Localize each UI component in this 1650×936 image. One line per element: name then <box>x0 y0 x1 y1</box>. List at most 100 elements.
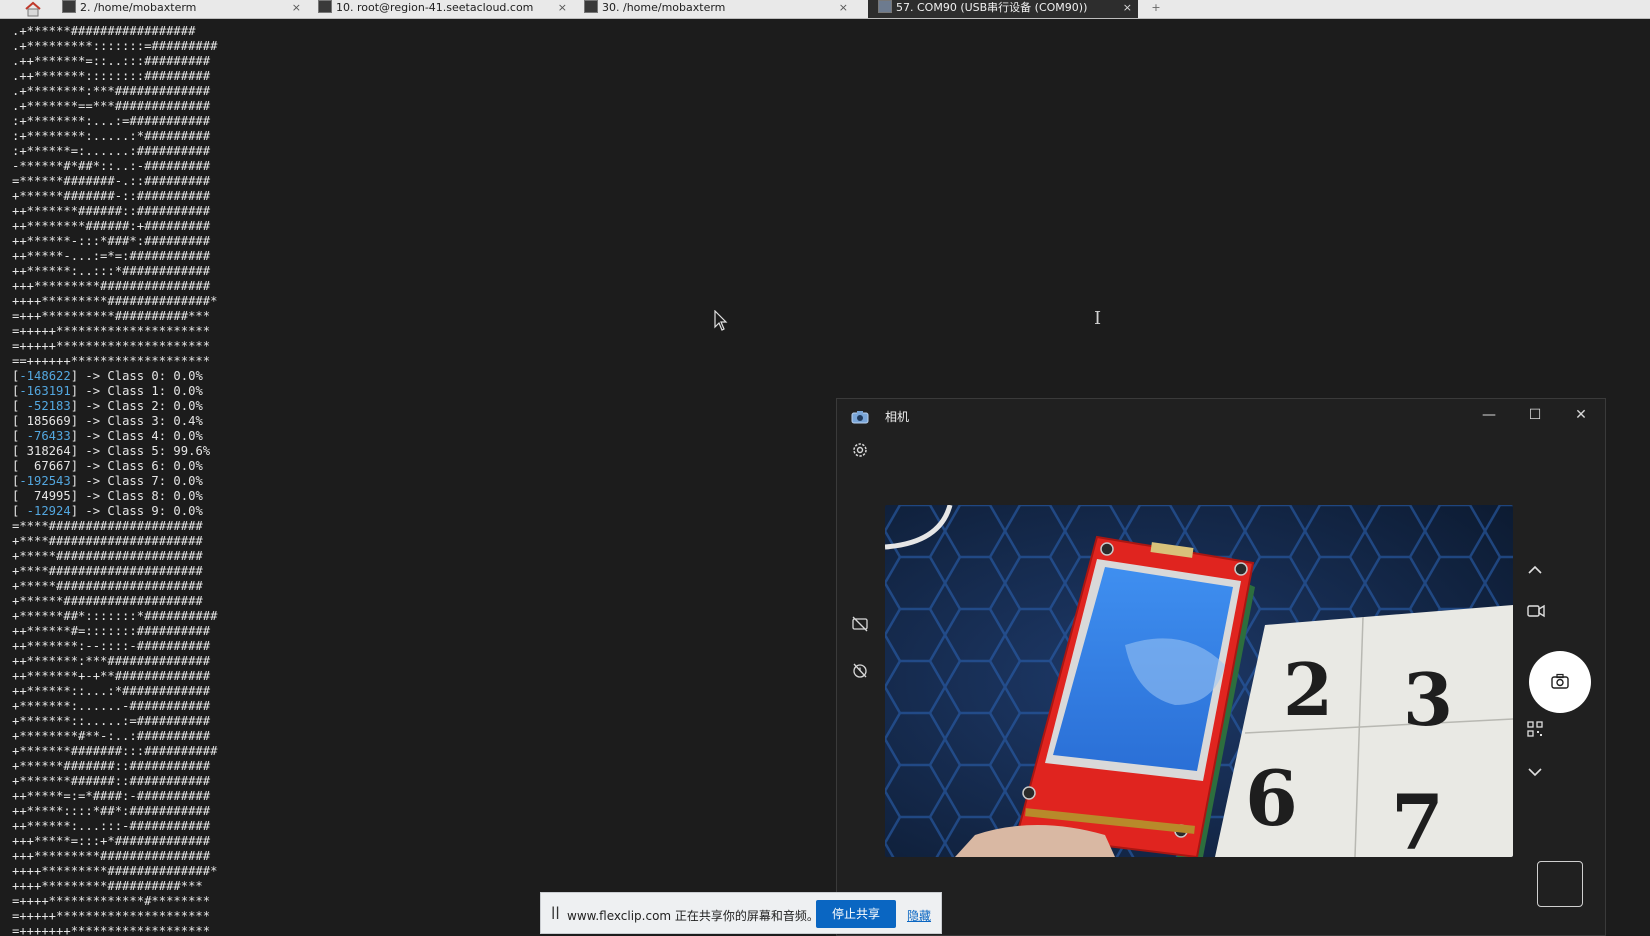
maximize-button[interactable]: ☐ <box>1515 405 1555 425</box>
class-label: Class 8: 0.0% <box>107 489 203 503</box>
terminal-line: +*******::.....:=########## <box>12 714 211 728</box>
terminal-line: +++*********############### <box>12 279 211 293</box>
terminal-line: :+********:...:=########### <box>12 114 211 128</box>
minimize-icon: — <box>1482 407 1496 423</box>
take-photo-button[interactable] <box>1529 651 1591 713</box>
terminal-line: +*****#################### <box>12 579 203 593</box>
screen-share-banner: || www.flexclip.com 正在共享你的屏幕和音频。 停止共享 隐藏 <box>540 892 942 934</box>
terminal-line: +*******:......-########### <box>12 699 211 713</box>
camera-window[interactable]: 相机 — ☐ ✕ 2 3 6 7 <box>836 398 1606 936</box>
class-score-line: [318264] -> Class 5: 99.6% <box>12 444 211 458</box>
terminal-line: ++******:..:::*############ <box>12 264 211 278</box>
terminal-line: =+++**********##########*** <box>12 309 211 323</box>
camera-preview: 2 3 6 7 <box>885 505 1513 857</box>
terminal-line: ++*****::::*##*:########### <box>12 804 211 818</box>
tab-seetacloud[interactable]: 10. root@region-41.seetacloud.com × <box>318 0 573 18</box>
terminal-line: .+*********:::::::=######### <box>12 39 218 53</box>
terminal-line: +****##################### <box>12 564 203 578</box>
mouse-pointer-icon <box>714 309 728 336</box>
class-score-line: [-76433] -> Class 4: 0.0% <box>12 429 203 443</box>
class-label: Class 0: 0.0% <box>107 369 203 383</box>
score-value: -163191 <box>19 384 71 398</box>
tab-close-icon[interactable]: × <box>558 0 567 15</box>
plus-icon: + <box>1151 1 1161 14</box>
class-score-line: [-148622] -> Class 0: 0.0% <box>12 369 203 383</box>
terminal-line: +*****#################### <box>12 549 203 563</box>
tab-close-icon[interactable]: × <box>839 0 848 15</box>
terminal-line: ++******:...:::-########### <box>12 819 211 833</box>
class-score-line: [-163191] -> Class 1: 0.0% <box>12 384 203 398</box>
terminal-line: ++*****=:=*####:-########## <box>12 789 211 803</box>
terminal-line: =****##################### <box>12 519 203 533</box>
ascii-art-bottom: =****##################### +****#########… <box>12 519 812 936</box>
score-value: -52183 <box>26 399 71 413</box>
terminal-line: ++*******:--::::-########## <box>12 639 211 653</box>
terminal-line: ==++++++******************* <box>12 354 211 368</box>
class-score-line: [-192543] -> Class 7: 0.0% <box>12 474 203 488</box>
settings-button[interactable] <box>851 441 869 463</box>
scroll-up-button[interactable] <box>1527 561 1543 580</box>
video-mode-button[interactable] <box>1527 603 1545 622</box>
terminal-line: :+********:.....:*######### <box>12 129 211 143</box>
scroll-down-button[interactable] <box>1527 763 1543 782</box>
hdr-off-icon <box>852 616 868 632</box>
stop-sharing-button[interactable]: 停止共享 <box>816 900 896 928</box>
terminal-line: .+********:***############# <box>12 84 211 98</box>
class-score-line: [67667] -> Class 6: 0.0% <box>12 459 203 473</box>
terminal-line: =******#######-.::######### <box>12 174 211 188</box>
class-label: Class 4: 0.0% <box>107 429 203 443</box>
tab-home-mobaxterm-2[interactable]: 2. /home/mobaxterm × <box>62 0 307 18</box>
terminal-line: +******#######::########### <box>12 759 211 773</box>
terminal-line: ++*******######::########## <box>12 204 211 218</box>
close-button[interactable]: ✕ <box>1561 405 1601 425</box>
class-label: Class 2: 0.0% <box>107 399 203 413</box>
terminal-line: =+++++********************* <box>12 324 211 338</box>
class-label: Class 9: 0.0% <box>107 504 203 518</box>
preview-digit: 6 <box>1245 754 1298 843</box>
camera-title-bar: 相机 — ☐ ✕ <box>837 399 1605 431</box>
preview-digit: 3 <box>1403 657 1453 742</box>
text-cursor-icon: I <box>1094 308 1102 329</box>
camera-app-icon <box>851 409 869 428</box>
terminal-line: ++********######:+######### <box>12 219 211 233</box>
ascii-art-top: .+******################# .+*********::::… <box>12 24 812 369</box>
terminal-line: :+******=:......:########## <box>12 144 211 158</box>
terminal-line: ++******#=:::::::########## <box>12 624 211 638</box>
terminal-line: +++*****=:::+*############# <box>12 834 211 848</box>
terminal-icon <box>62 0 76 13</box>
terminal-line: +****##################### <box>12 534 203 548</box>
class-label: Class 6: 0.0% <box>107 459 203 473</box>
terminal-line: =+++++********************* <box>12 339 211 353</box>
tab-com90[interactable]: 57. COM90 (USB串行设备 (COM90)) × <box>868 0 1138 18</box>
class-score-line: [-52183] -> Class 2: 0.0% <box>12 399 203 413</box>
terminal-line: .+******################# <box>12 24 196 38</box>
terminal-line: ++*******+-+**############# <box>12 669 211 683</box>
chevron-up-icon <box>1528 565 1542 574</box>
tab-home-mobaxterm-30[interactable]: 30. /home/mobaxterm × <box>584 0 854 18</box>
class-label: Class 5: 99.6% <box>107 444 211 458</box>
score-value: -12924 <box>26 504 71 518</box>
terminal-line: ++*******:***############## <box>12 654 211 668</box>
new-tab-button[interactable]: + <box>1142 0 1170 18</box>
terminal-line: +******################### <box>12 594 203 608</box>
terminal-line: +******#######-::########## <box>12 189 211 203</box>
hide-banner-link[interactable]: 隐藏 <box>907 907 931 924</box>
score-value: -76433 <box>26 429 71 443</box>
terminal-line: +*******#######:::########## <box>12 744 218 758</box>
terminal-line: +********#**-:..:########## <box>12 729 211 743</box>
hdr-toggle-button[interactable] <box>851 615 869 637</box>
score-value: -148622 <box>19 369 71 383</box>
last-capture-thumbnail[interactable] <box>1537 861 1583 907</box>
tab-close-icon[interactable]: × <box>292 0 301 15</box>
home-icon <box>25 1 41 17</box>
qr-scan-button[interactable] <box>1527 721 1543 741</box>
tab-close-icon[interactable]: × <box>1123 0 1132 15</box>
score-value: 67667 <box>34 459 71 473</box>
maximize-icon: ☐ <box>1528 407 1542 423</box>
minimize-button[interactable]: — <box>1469 405 1509 425</box>
home-button[interactable] <box>22 0 44 18</box>
pause-icon: || <box>551 905 560 919</box>
terminal-output[interactable]: .+******################# .+*********::::… <box>12 24 812 936</box>
timer-button[interactable] <box>851 661 869 683</box>
score-value: 318264 <box>26 444 71 458</box>
